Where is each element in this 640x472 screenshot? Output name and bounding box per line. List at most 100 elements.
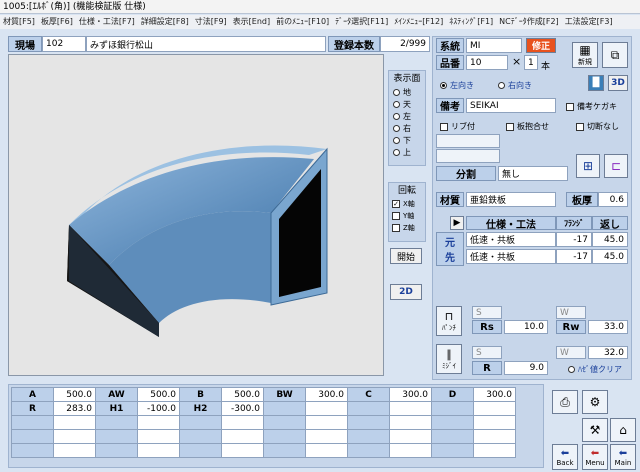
rotate-option[interactable]: Y軸	[392, 210, 425, 222]
rotate-checkbox[interactable]	[392, 212, 400, 220]
layout-button[interactable]: ⊞	[576, 154, 600, 178]
rib-checkbox[interactable]	[440, 122, 448, 131]
return-dest-field[interactable]: 45.0	[592, 249, 628, 264]
new-button[interactable]: ▦ 新規	[572, 42, 598, 68]
plate-merge-checkbox[interactable]	[506, 122, 514, 131]
dimension-value[interactable]	[473, 401, 516, 416]
material-field[interactable]: 亜鉛鉄板	[466, 192, 556, 207]
view-face-radio[interactable]	[393, 112, 400, 120]
site-name-field[interactable]: みずほ銀行松山	[86, 36, 326, 52]
seam-button[interactable]: ∥ ﾐｼﾞｲ	[436, 344, 462, 374]
menu-item[interactable]: 寸法[F9]	[192, 15, 230, 29]
split-field[interactable]: 無し	[498, 166, 568, 181]
start-button[interactable]: 開始	[390, 248, 422, 264]
thickness-field[interactable]: 0.6	[598, 192, 628, 207]
menu-item[interactable]: 詳細設定[F8]	[138, 15, 192, 29]
dimension-value[interactable]	[221, 415, 264, 430]
dimension-value[interactable]	[389, 443, 432, 458]
copy-button[interactable]: ⧉	[602, 42, 628, 68]
view-face-option[interactable]: 天	[393, 98, 425, 110]
dimension-value[interactable]	[305, 429, 348, 444]
rw-field[interactable]: 33.0	[588, 320, 628, 334]
dimension-value[interactable]	[53, 415, 96, 430]
rib-detail-field[interactable]	[436, 134, 500, 148]
modify-button[interactable]: 修正	[526, 38, 556, 53]
view-face-option[interactable]: 右	[393, 122, 425, 134]
dimension-value[interactable]: -300.0	[221, 401, 264, 416]
menu-item[interactable]: NCﾃﾞｰﾀ作成[F2]	[496, 15, 562, 29]
rotate-checkbox[interactable]	[392, 224, 400, 232]
menu-button[interactable]: ⬅ Menu	[582, 444, 608, 470]
dimension-value[interactable]	[389, 401, 432, 416]
2d-button[interactable]: 2D	[390, 284, 422, 300]
view-face-radio[interactable]	[393, 136, 400, 144]
dimension-value[interactable]	[473, 429, 516, 444]
spec-dest-field[interactable]: 低速・共板	[466, 249, 556, 264]
tool-button[interactable]: ⚒	[582, 418, 608, 442]
print-button[interactable]: ⎙	[552, 390, 578, 414]
dimension-value[interactable]: 500.0	[137, 387, 180, 402]
view-face-option[interactable]: 左	[393, 110, 425, 122]
dimension-value[interactable]	[137, 429, 180, 444]
rs-field[interactable]: 10.0	[504, 320, 548, 334]
dimension-value[interactable]	[305, 415, 348, 430]
dimension-value[interactable]	[53, 429, 96, 444]
dimension-value[interactable]	[53, 443, 96, 458]
dimension-value[interactable]	[473, 415, 516, 430]
seam-clear-option[interactable]: ﾊｾﾞ値クリア	[568, 364, 622, 375]
note-mark-option[interactable]: 備考ケガキ	[566, 101, 617, 112]
view-face-option[interactable]: 地	[393, 86, 425, 98]
back-button[interactable]: ⬅ Back	[552, 444, 578, 470]
dimension-value[interactable]: 300.0	[473, 387, 516, 402]
menu-item[interactable]: 材質[F5]	[0, 15, 38, 29]
menu-item[interactable]: 工法設定[F3]	[562, 15, 616, 29]
menu-item[interactable]: 板厚[F6]	[38, 15, 76, 29]
part-field[interactable]: 10	[466, 55, 508, 70]
view-face-radio[interactable]	[393, 88, 400, 96]
menu-item[interactable]: ﾒｲﾝﾒﾆｭｰ[F12]	[391, 15, 446, 29]
punch-button[interactable]: ⊓ ﾊﾟﾝﾁ	[436, 306, 462, 336]
dimension-value[interactable]: 300.0	[305, 387, 348, 402]
main-button[interactable]: ⬅ Main	[610, 444, 636, 470]
dimension-value[interactable]	[137, 415, 180, 430]
dimension-value[interactable]: 500.0	[53, 387, 96, 402]
view-face-option[interactable]: 下	[393, 134, 425, 146]
dimension-value[interactable]: 300.0	[389, 387, 432, 402]
dimension-value[interactable]	[473, 443, 516, 458]
menu-item[interactable]: 前のﾒﾆｭｰ[F10]	[273, 15, 332, 29]
mirror-button[interactable]: ▐▌	[588, 75, 604, 91]
menu-item[interactable]: 仕様・工法[F7]	[76, 15, 138, 29]
orient-right-radio[interactable]	[498, 82, 505, 89]
orient-right-option[interactable]: 右向き	[498, 80, 532, 91]
dimension-value[interactable]	[389, 415, 432, 430]
dimension-value[interactable]	[305, 401, 348, 416]
orient-left-option[interactable]: 左向き	[440, 80, 474, 91]
view-face-radio[interactable]	[393, 148, 400, 156]
dimension-value[interactable]	[305, 443, 348, 458]
menu-item[interactable]: 表示[End]	[230, 15, 273, 29]
w2-field[interactable]: 32.0	[588, 346, 628, 359]
dimension-value[interactable]: -100.0	[137, 401, 180, 416]
menu-item[interactable]: ﾃﾞｰﾀ選択[F11]	[332, 15, 391, 29]
note-mark-checkbox[interactable]	[566, 102, 574, 111]
rotate-option[interactable]: ✓ X軸	[392, 198, 425, 210]
connect-button[interactable]: ⊏	[604, 154, 628, 178]
r-field[interactable]: 9.0	[504, 361, 548, 375]
view-face-radio[interactable]	[393, 124, 400, 132]
menu-item[interactable]: ﾈｽﾃｨﾝｸﾞ[F1]	[446, 15, 496, 29]
rib-option[interactable]: リブ付	[440, 121, 475, 132]
no-cut-checkbox[interactable]	[576, 122, 584, 131]
view-button[interactable]: ⌂	[610, 418, 636, 442]
return-origin-field[interactable]: 45.0	[592, 232, 628, 247]
rib-detail-field-2[interactable]	[436, 149, 500, 163]
dimension-value[interactable]: 283.0	[53, 401, 96, 416]
rotate-option[interactable]: Z軸	[392, 222, 425, 234]
site-code-field[interactable]: 102	[42, 36, 86, 52]
orient-left-radio[interactable]	[440, 82, 447, 89]
3d-button[interactable]: 3D	[608, 75, 628, 91]
dimension-value[interactable]	[389, 429, 432, 444]
qty-field[interactable]: 1	[524, 55, 538, 70]
rotate-checkbox[interactable]: ✓	[392, 200, 400, 208]
system-field[interactable]: MI	[466, 38, 522, 53]
3d-viewport[interactable]	[8, 54, 384, 376]
